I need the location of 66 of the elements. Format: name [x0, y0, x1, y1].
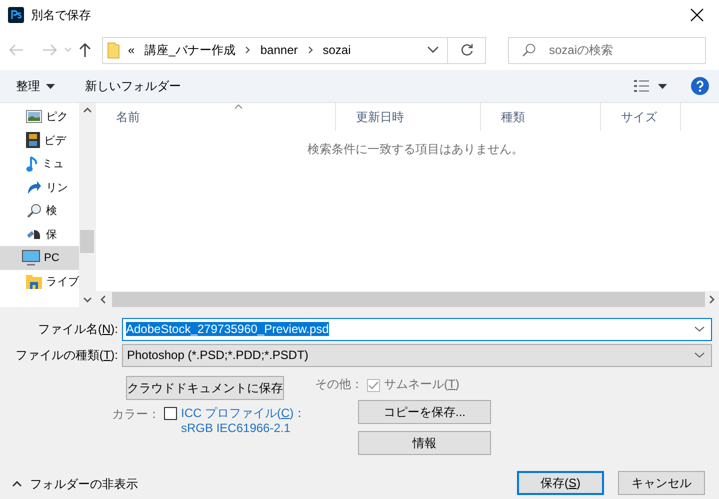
save-copy-button[interactable]: コピーを保存...	[358, 400, 491, 424]
file-type-dropdown[interactable]: Photoshop (*.PSD;*.PDD;*.PSDT)	[122, 344, 712, 366]
close-button[interactable]	[689, 7, 705, 23]
search-field[interactable]: sozaiの検索	[508, 36, 706, 64]
save-button[interactable]: 保存(S)	[517, 471, 604, 495]
organize-menu[interactable]: 整理	[16, 78, 55, 94]
folder-icon	[107, 42, 120, 58]
other-label: その他：	[315, 376, 363, 393]
file-name-label: ファイル名(N):	[36, 320, 119, 338]
folder-icon	[26, 274, 42, 289]
icc-profile-checkbox[interactable]	[164, 407, 177, 420]
up-button[interactable]	[78, 42, 92, 58]
scroll-down-icon[interactable]	[82, 297, 92, 303]
scrollbar-thumb[interactable]	[80, 230, 94, 253]
column-header[interactable]: 更新日時	[336, 103, 481, 131]
column-header[interactable]: 名前	[96, 103, 336, 131]
icc-profile-label[interactable]: ICC プロファイル(C)：	[181, 406, 306, 421]
scroll-right-icon[interactable]	[709, 294, 715, 304]
sidebar-item[interactable]: ミュ	[0, 152, 80, 176]
chevron-down-icon[interactable]	[694, 326, 705, 332]
file-type-label: ファイルの種類(T):	[14, 346, 119, 364]
chevron-right-icon[interactable]	[308, 46, 313, 54]
view-dropdown-icon[interactable]	[658, 84, 667, 88]
scroll-up-icon[interactable]	[82, 107, 92, 113]
scroll-left-icon[interactable]	[100, 294, 106, 304]
refresh-icon	[460, 43, 474, 57]
info-button[interactable]: 情報	[358, 431, 491, 455]
chevron-right-icon[interactable]	[245, 46, 250, 54]
color-label: カラー：	[112, 406, 160, 423]
sidebar-item[interactable]: ピク	[0, 105, 80, 128]
caret-icon	[46, 84, 55, 88]
picture-icon	[26, 110, 42, 124]
address-bar[interactable]: « 講座_バナー作成 banner sozai	[102, 36, 486, 64]
sidebar-item[interactable]: PC	[0, 246, 80, 270]
save-to-cloud-button[interactable]: クラウドドキュメントに保存	[126, 376, 284, 400]
view-icon[interactable]	[634, 79, 650, 93]
sidebar-item[interactable]: ライブ	[0, 270, 80, 293]
breadcrumb[interactable]: sozai	[322, 43, 351, 57]
column-header[interactable]: 種類	[481, 103, 601, 131]
cancel-button[interactable]: キャンセル	[618, 471, 705, 495]
column-header[interactable]: サイズ	[601, 103, 681, 131]
window-title: 別名で保存	[31, 6, 92, 24]
vertical-scrollbar[interactable]	[79, 103, 95, 307]
chevron-down-icon	[694, 352, 705, 358]
overflow-crumb[interactable]: «	[128, 43, 135, 57]
music-note-icon	[26, 154, 38, 173]
new-folder-button[interactable]: 新しいフォルダー	[85, 78, 181, 94]
sidebar-item[interactable]: ビデ	[0, 128, 80, 152]
sort-caret-icon	[234, 104, 243, 109]
film-icon	[26, 132, 40, 148]
file-name-field[interactable]: AdobeStock_279735960_Preview.psd	[122, 318, 712, 340]
sidebar-item[interactable]: 保	[0, 222, 80, 246]
monitor-icon	[22, 250, 40, 266]
help-icon[interactable]	[691, 77, 709, 95]
sidebar-item[interactable]: 検	[0, 199, 80, 222]
hide-folders-button[interactable]: フォルダーの非表示	[12, 476, 138, 492]
arrow-icon	[26, 179, 42, 196]
app-icon	[8, 7, 24, 23]
chevron-up-icon	[12, 481, 22, 487]
icc-profile-value: sRGB IEC61966-2.1	[181, 421, 292, 436]
empty-message: 検索条件に一致する項目はありません。	[306, 141, 524, 158]
breadcrumb[interactable]: banner	[260, 43, 298, 57]
chevron-down-icon[interactable]	[427, 46, 439, 54]
sidebar-item[interactable]: リン	[0, 176, 80, 199]
magnifier-icon	[26, 202, 42, 219]
breadcrumb[interactable]: 講座_バナー作成	[144, 42, 236, 58]
